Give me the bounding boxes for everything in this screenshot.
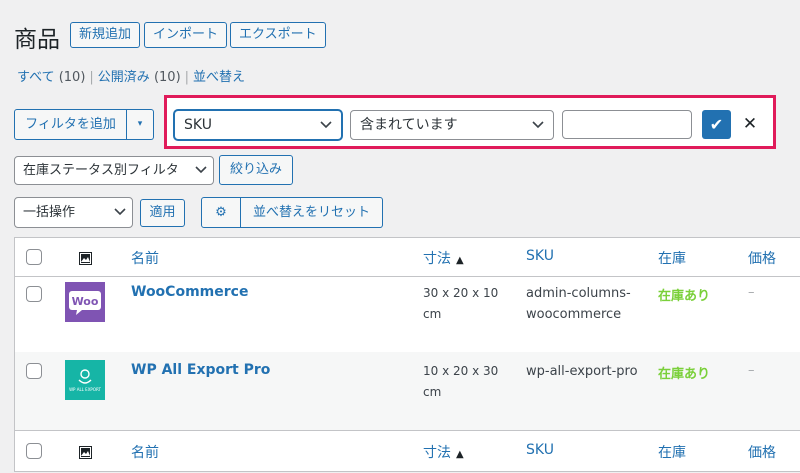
column-footer-stock[interactable]: 在庫	[658, 442, 686, 462]
product-name-link[interactable]: WP All Export Pro	[131, 362, 270, 378]
table-row: Woo WooCommerce 30 x 20 x 10 cm admin-co…	[15, 276, 800, 352]
column-header-price[interactable]: 価格	[748, 248, 776, 268]
row-checkbox[interactable]	[26, 363, 42, 379]
product-price: –	[748, 285, 755, 300]
add-filter-toggle-button[interactable]: ▾	[127, 109, 154, 140]
column-header-name[interactable]: 名前	[131, 248, 159, 268]
view-all-link[interactable]: すべて (10)	[17, 70, 85, 85]
page-title: 商品	[14, 27, 60, 53]
apply-filter-button[interactable]: ✔	[702, 110, 731, 139]
stock-status: 在庫あり	[658, 289, 711, 304]
product-sku: wp-all-export-pro	[526, 364, 638, 379]
table-footer-row: 名前 寸法 ▲ SKU 在庫 価格	[15, 430, 800, 473]
products-table: 名前 寸法 ▲ SKU 在庫 価格 Woo WooCommerce 30 x 20…	[14, 237, 800, 472]
chevron-down-icon	[320, 111, 332, 150]
column-settings-button[interactable]: ⚙	[201, 197, 241, 228]
filter-field-select[interactable]: SKU	[174, 110, 342, 140]
close-icon: ✕	[742, 114, 758, 134]
add-filter-button[interactable]: フィルタを追加	[14, 109, 127, 140]
column-header-sku[interactable]: SKU	[526, 248, 554, 264]
chevron-down-icon	[532, 111, 544, 150]
filter-value-input[interactable]	[562, 110, 692, 139]
product-name-link[interactable]: WooCommerce	[131, 284, 248, 300]
sort-up-icon: ▲	[456, 255, 464, 266]
view-sort-link[interactable]: 並べ替え	[193, 70, 245, 85]
column-header-stock[interactable]: 在庫	[658, 248, 686, 268]
table-header-row: 名前 寸法 ▲ SKU 在庫 価格	[15, 238, 800, 277]
product-thumbnail[interactable]: Woo	[65, 282, 105, 322]
filter-operator-select[interactable]: 含まれています	[350, 110, 554, 140]
table-row: WP ALL EXPORT WP All Export Pro 10 x 20 …	[15, 352, 800, 430]
product-price: –	[748, 363, 755, 378]
view-published-link[interactable]: 公開済み (10)	[98, 70, 181, 85]
product-sku: admin-columns- woocommerce	[526, 286, 631, 322]
reset-sort-button[interactable]: 並べ替えをリセット	[240, 197, 383, 228]
product-dimensions: 30 x 20 x 10 cm	[423, 286, 499, 321]
column-header-dimensions[interactable]: 寸法 ▲	[423, 248, 464, 268]
chevron-down-icon	[195, 157, 207, 194]
chevron-down-icon	[114, 198, 126, 238]
bulk-apply-button[interactable]: 適用	[140, 199, 185, 227]
export-button[interactable]: エクスポート	[230, 22, 326, 48]
svg-text:WP ALL EXPORT: WP ALL EXPORT	[69, 387, 101, 392]
product-thumbnail[interactable]: WP ALL EXPORT	[65, 360, 105, 400]
select-all-checkbox[interactable]	[26, 443, 42, 459]
close-filter-button[interactable]: ✕	[741, 112, 759, 136]
checkmark-icon: ✔	[709, 115, 724, 134]
column-footer-sku[interactable]: SKU	[526, 442, 554, 458]
add-new-button[interactable]: 新規追加	[70, 22, 141, 48]
narrow-filter-button[interactable]: 絞り込み	[219, 155, 293, 185]
column-footer-name[interactable]: 名前	[131, 442, 159, 462]
image-icon	[79, 444, 92, 463]
row-checkbox[interactable]	[26, 286, 42, 302]
select-all-checkbox[interactable]	[26, 249, 42, 265]
column-footer-price[interactable]: 価格	[748, 442, 776, 462]
import-button[interactable]: インポート	[144, 22, 228, 48]
svg-text:Woo: Woo	[72, 295, 99, 308]
product-dimensions: 10 x 20 x 30 cm	[423, 364, 499, 399]
stock-status: 在庫あり	[658, 367, 711, 382]
column-footer-dimensions[interactable]: 寸法 ▲	[423, 442, 464, 462]
gear-icon: ⚙	[215, 205, 227, 220]
stock-status-filter-select[interactable]: 在庫ステータス別フィルタ	[14, 156, 214, 185]
views-nav: すべて (10) | 公開済み (10) | 並べ替え	[17, 70, 246, 85]
image-icon	[79, 250, 92, 269]
bulk-action-select[interactable]: 一括操作	[14, 197, 133, 228]
sort-up-icon: ▲	[456, 449, 464, 460]
